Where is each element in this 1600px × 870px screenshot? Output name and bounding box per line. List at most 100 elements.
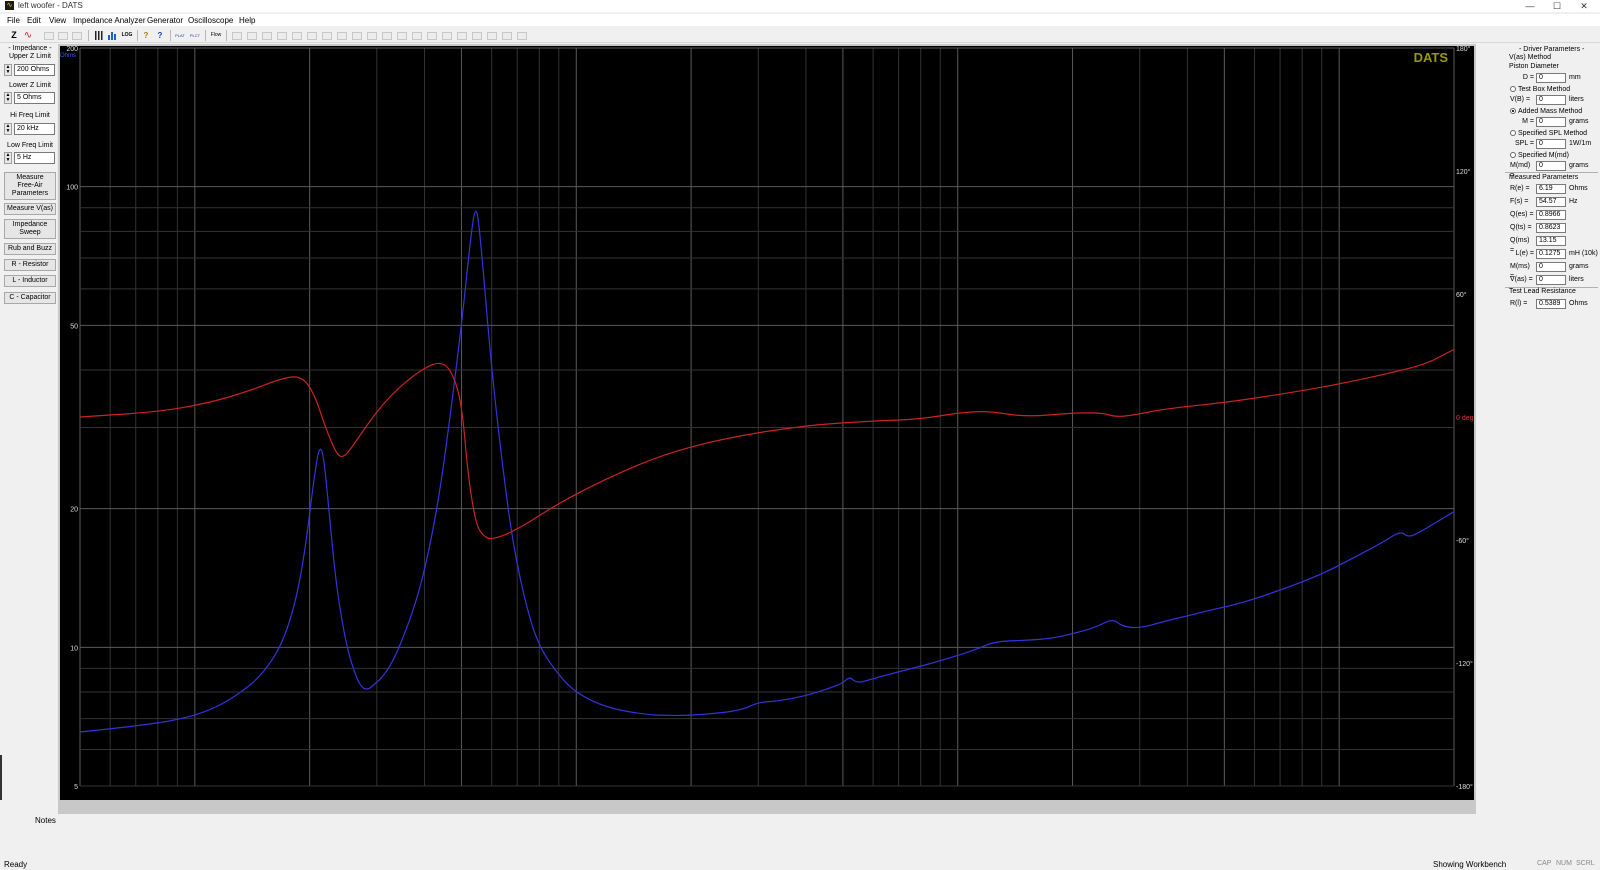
disabled-tool-icon bbox=[352, 32, 362, 40]
radio-selected-icon[interactable] bbox=[1510, 108, 1516, 114]
le-label: L(e) = bbox=[1515, 250, 1534, 257]
log-scale-button[interactable]: LOG bbox=[121, 30, 133, 41]
flow-button[interactable]: Flow bbox=[209, 30, 223, 41]
test-lead-resistance-label: Test Lead Resistance bbox=[1509, 288, 1576, 295]
lower-z-field[interactable]: 5 Ohms bbox=[14, 92, 55, 104]
y-tick-label: 5 bbox=[74, 784, 78, 791]
radio-icon[interactable] bbox=[1510, 152, 1516, 158]
re-label: R(e) = bbox=[1510, 185, 1530, 192]
measure-free-air-button[interactable]: Measure Free-Air Parameters bbox=[4, 172, 56, 200]
inductor-button[interactable]: L - Inductor bbox=[4, 275, 56, 287]
test-box-method-radio[interactable]: Test Box Method bbox=[1510, 85, 1570, 94]
added-mass-method-label: Added Mass Method bbox=[1518, 108, 1583, 115]
menu-view[interactable]: View bbox=[49, 16, 66, 25]
upper-z-field[interactable]: 200 Ohms bbox=[14, 64, 55, 76]
disabled-tool-icon bbox=[442, 32, 452, 40]
low-freq-field[interactable]: 5 Hz bbox=[14, 152, 55, 164]
spin-arrows-icon[interactable]: ▲ ▼ bbox=[4, 152, 12, 164]
x-tick-label: 500 bbox=[837, 791, 849, 798]
specified-spl-method-radio[interactable]: Specified SPL Method bbox=[1510, 129, 1587, 138]
resistor-button[interactable]: R - Resistor bbox=[4, 259, 56, 271]
test-box-method-label: Test Box Method bbox=[1518, 86, 1571, 93]
box-volume-label: V(B) = bbox=[1510, 96, 1531, 103]
lower-z-label: Lower Z Limit bbox=[8, 82, 51, 89]
qes-row: Q(es) = 0.8966 bbox=[1510, 210, 1600, 220]
upper-z-spinner[interactable]: ▲ ▼ 200 Ohms bbox=[4, 64, 56, 76]
x-tick-label: 5k bbox=[1221, 791, 1229, 798]
radio-icon[interactable] bbox=[1510, 86, 1516, 92]
vas-field: 0 bbox=[1536, 275, 1566, 285]
disabled-tool-icon bbox=[307, 32, 317, 40]
rub-and-buzz-button[interactable]: Rub and Buzz bbox=[4, 243, 56, 255]
impedance-phase-chart[interactable]: 5 10 20 50 100 200 500 1kHz 2k 5k 10k 20k 200 100 50 20… bbox=[58, 44, 1476, 814]
toolbar-separator bbox=[137, 30, 138, 41]
divider bbox=[1505, 172, 1598, 173]
y-tick-label: 20 bbox=[70, 507, 78, 514]
x-tick-label: 50 bbox=[458, 791, 466, 798]
minimize-icon[interactable]: — bbox=[1516, 0, 1544, 12]
plot-clear-button[interactable]: PLCT bbox=[189, 30, 201, 41]
close-icon[interactable]: ✕ bbox=[1570, 0, 1598, 12]
box-volume-unit: liters bbox=[1569, 96, 1584, 103]
impedance-limits-panel: - Impedance - Upper Z Limit ▲ ▼ 200 Ohms … bbox=[2, 45, 56, 310]
radio-icon[interactable] bbox=[1510, 130, 1516, 136]
y-tick-label: 10 bbox=[70, 645, 78, 652]
le-row: L(e) = 0.1275 mH (10k) bbox=[1510, 249, 1600, 259]
disabled-tool-icon bbox=[337, 32, 347, 40]
upper-z-label: Upper Z Limit bbox=[8, 53, 51, 60]
whats-this-icon[interactable]: ? bbox=[155, 30, 165, 41]
spin-arrows-icon[interactable]: ▲ ▼ bbox=[4, 123, 12, 135]
menu-help[interactable]: Help bbox=[239, 16, 255, 25]
disabled-tool-icon bbox=[322, 32, 332, 40]
menu-generator[interactable]: Generator bbox=[147, 16, 183, 25]
diameter-row: D = 0 mm bbox=[1510, 73, 1600, 83]
x-tick-label: 10k bbox=[1334, 791, 1346, 798]
hi-freq-spinner[interactable]: ▲ ▼ 20 kHz bbox=[4, 123, 56, 135]
rl-row: R(l) = 0.5389 Ohms bbox=[1510, 299, 1600, 309]
mmd-field[interactable]: 0 bbox=[1536, 161, 1566, 171]
capacitor-button[interactable]: C - Capacitor bbox=[4, 292, 56, 304]
menu-edit[interactable]: Edit bbox=[27, 16, 41, 25]
le-field: 0.1275 bbox=[1536, 249, 1566, 259]
impedance-sweep-button[interactable]: Impedance Sweep bbox=[4, 219, 56, 239]
toolbar-separator bbox=[226, 30, 227, 41]
menu-file[interactable]: File bbox=[7, 16, 20, 25]
hi-freq-field[interactable]: 20 kHz bbox=[14, 123, 55, 135]
added-mass-field[interactable]: 0 bbox=[1536, 117, 1566, 127]
left-edge-marker bbox=[0, 755, 2, 800]
caps-lock-indicator: CAP bbox=[1537, 860, 1552, 867]
box-volume-field[interactable]: 0 bbox=[1536, 95, 1566, 105]
grid-bars-icon[interactable] bbox=[94, 30, 104, 41]
spin-arrows-icon[interactable]: ▲ ▼ bbox=[4, 64, 12, 76]
spl-unit: 1W/1m bbox=[1569, 140, 1592, 147]
specified-mmd-radio[interactable]: Specified M(md) bbox=[1510, 151, 1569, 160]
bar-chart-icon[interactable] bbox=[107, 30, 118, 41]
phase-wave-icon[interactable]: ∿ bbox=[22, 30, 34, 41]
lower-z-spinner[interactable]: ▲ ▼ 5 Ohms bbox=[4, 92, 56, 104]
mms-unit: grams bbox=[1569, 263, 1589, 270]
spl-field[interactable]: 0 bbox=[1536, 139, 1566, 149]
impedance-z-button[interactable]: Z bbox=[9, 30, 19, 41]
disabled-tool-icon bbox=[44, 32, 54, 40]
rl-label: R(l) = bbox=[1510, 300, 1528, 307]
x-tick-label: 20 bbox=[306, 791, 314, 798]
added-mass-method-radio[interactable]: Added Mass Method bbox=[1510, 107, 1582, 116]
y-tick-label: 50 bbox=[70, 323, 78, 330]
disabled-tool-icon bbox=[247, 32, 257, 40]
window-title: left woofer - DATS bbox=[18, 1, 83, 10]
mms-row: M(ms) = 0 grams bbox=[1510, 262, 1600, 280]
diameter-field[interactable]: 0 bbox=[1536, 73, 1566, 83]
low-freq-spinner[interactable]: ▲ ▼ 5 Hz bbox=[4, 152, 56, 164]
menu-oscilloscope[interactable]: Oscilloscope bbox=[188, 16, 233, 25]
help-icon[interactable]: ? bbox=[142, 30, 150, 41]
menu-impedance-analyzer[interactable]: Impedance Analyzer bbox=[73, 16, 146, 25]
added-mass-unit: grams bbox=[1569, 118, 1589, 125]
plot-add-button[interactable]: PLAT bbox=[174, 30, 186, 41]
rl-field[interactable]: 0.5389 bbox=[1536, 299, 1566, 309]
measure-vas-button[interactable]: Measure V(as) bbox=[4, 203, 56, 215]
maximize-icon[interactable]: ☐ bbox=[1543, 0, 1571, 12]
spl-label: SPL = bbox=[1514, 140, 1534, 147]
dats-logo: DATS bbox=[1414, 50, 1449, 65]
qms-row: Q(ms) = 13.15 bbox=[1510, 236, 1600, 254]
spin-arrows-icon[interactable]: ▲ ▼ bbox=[4, 92, 12, 104]
